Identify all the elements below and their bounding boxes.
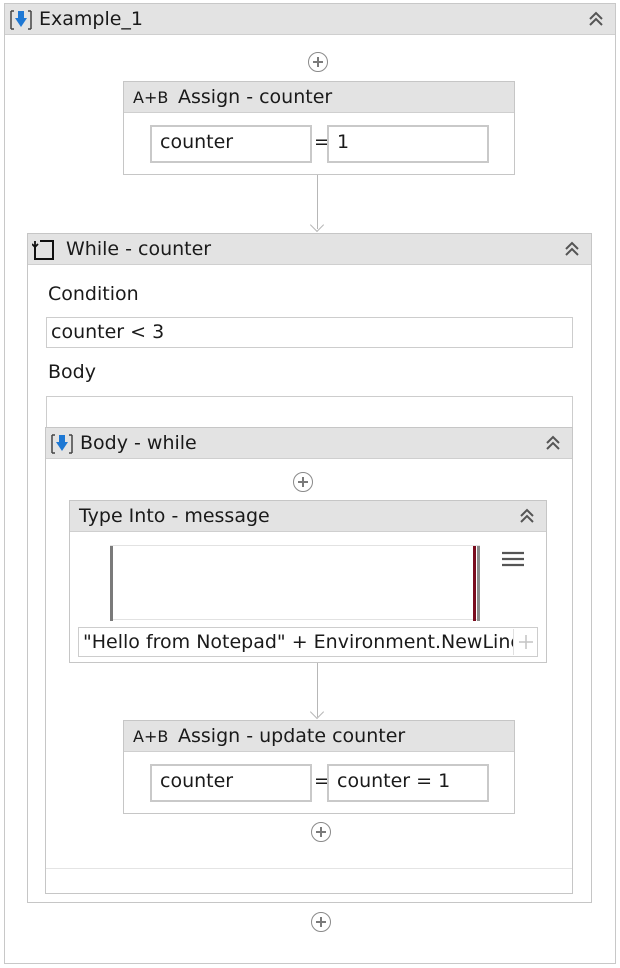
assign-title: Assign - update counter [178,725,406,747]
add-activity-icon[interactable] [311,822,331,842]
assign-title: Assign - counter [178,86,333,108]
while-loop-icon [31,238,56,262]
add-activity-icon[interactable] [293,472,313,492]
collapse-icon[interactable] [516,506,538,528]
type-into-title: Type Into - message [79,505,270,527]
assign-value-field[interactable]: counter = 1 [327,764,489,802]
body-sequence-title: Body - while [80,432,197,454]
sequence-header[interactable]: Example_1 [5,4,615,35]
type-into-header[interactable]: Type Into - message [70,501,546,532]
add-activity-icon[interactable] [308,52,328,72]
collapse-icon[interactable] [542,433,564,455]
body-sequence-header[interactable]: Body - while [46,428,572,459]
body-label: Body [48,361,96,383]
preview-right-bar [477,546,480,621]
sequence-title: Example_1 [39,8,144,30]
assign-to-field[interactable]: counter [150,764,312,802]
collapse-icon[interactable] [561,239,583,261]
assign-counter-activity[interactable]: A+B Assign - counter counter = 1 [123,81,515,175]
sequence-icon [50,433,74,455]
collapse-icon[interactable] [585,9,607,31]
while-header[interactable]: While - counter [28,234,591,265]
preview-marker [473,546,476,621]
divider [46,868,572,869]
expression-editor-button[interactable] [513,629,537,655]
assign-to-field[interactable]: counter [150,125,312,163]
add-activity-icon[interactable] [311,912,331,932]
assign-icon: A+B [133,727,169,746]
assign-value-field[interactable]: 1 [327,125,489,163]
target-element-preview[interactable] [110,545,480,621]
while-title: While - counter [66,238,212,260]
assign-update-counter-activity[interactable]: A+B Assign - update counter counter = co… [123,720,515,814]
sequence-icon [9,9,33,31]
assign-header[interactable]: A+B Assign - counter [124,82,514,113]
type-text-input[interactable]: "Hello from Notepad" + Environment.NewLi… [78,627,538,657]
type-into-activity[interactable]: Type Into - message "Hello from Notepad"… [69,500,547,663]
body-drop-area[interactable] [46,396,573,428]
preview-left-bar [110,546,113,621]
assign-icon: A+B [133,88,169,107]
assign-header[interactable]: A+B Assign - update counter [124,721,514,752]
menu-icon[interactable] [502,551,524,567]
condition-input[interactable]: counter < 3 [46,317,573,348]
condition-label: Condition [48,283,139,305]
